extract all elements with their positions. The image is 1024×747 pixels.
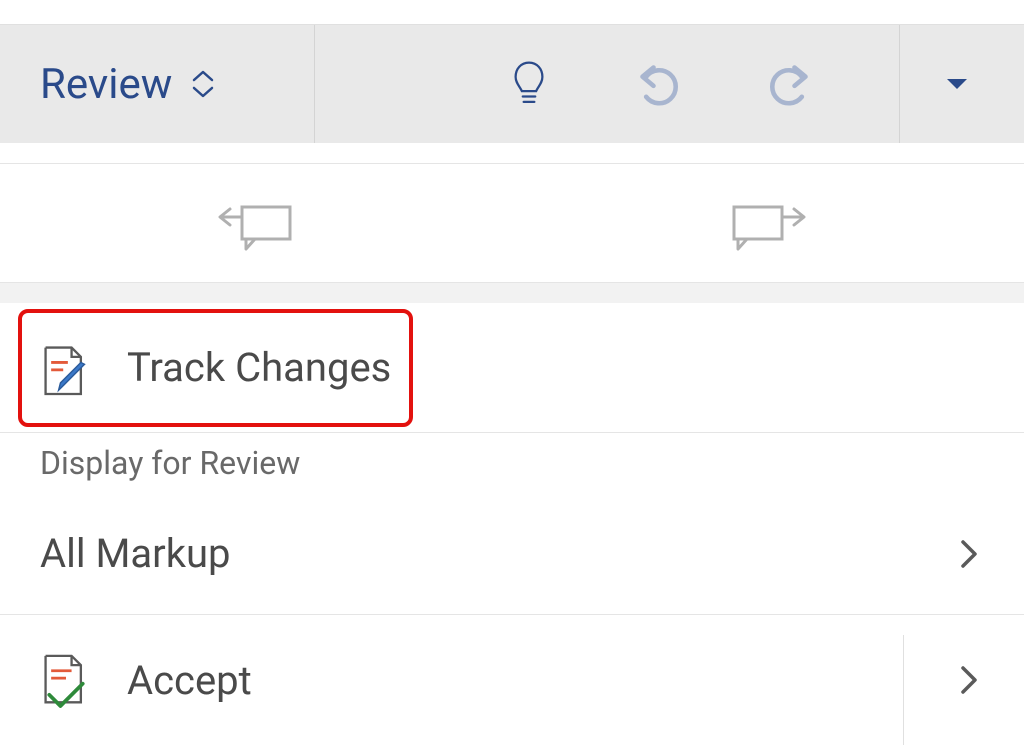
ribbon-toolbar: Review	[0, 25, 1024, 143]
previous-comment-icon	[216, 193, 296, 253]
tab-selector[interactable]: Review	[0, 25, 315, 143]
all-markup-label: All Markup	[40, 530, 231, 577]
tab-switcher-icon	[192, 70, 214, 98]
comment-navigation	[0, 163, 1024, 283]
display-for-review-text: Display for Review	[40, 444, 300, 482]
overflow-dropdown[interactable]	[899, 25, 1014, 143]
next-comment-button[interactable]	[512, 164, 1024, 282]
tab-label: Review	[40, 60, 172, 109]
track-changes-button[interactable]: Track Changes	[0, 303, 1024, 433]
accept-button[interactable]: Accept	[0, 615, 1024, 745]
top-strip	[0, 0, 1024, 25]
all-markup-button[interactable]: All Markup	[0, 493, 1024, 615]
track-changes-icon	[40, 338, 92, 398]
display-for-review-label: Display for Review	[0, 433, 1024, 493]
gap	[0, 143, 1024, 163]
dropdown-caret-icon	[945, 77, 969, 91]
chevron-right-icon	[954, 539, 984, 569]
redo-button[interactable]	[759, 54, 819, 114]
divider	[903, 635, 904, 745]
undo-button[interactable]	[629, 54, 689, 114]
redo-icon	[763, 62, 815, 106]
chevron-right-icon	[954, 665, 984, 695]
track-changes-label: Track Changes	[127, 344, 391, 391]
section-gap	[0, 283, 1024, 303]
lightbulb-icon	[511, 59, 547, 109]
toolbar-actions	[315, 25, 1024, 143]
accept-label: Accept	[127, 657, 919, 704]
undo-icon	[633, 62, 685, 106]
lightbulb-button[interactable]	[499, 54, 559, 114]
accept-icon	[40, 650, 92, 710]
previous-comment-button[interactable]	[0, 164, 512, 282]
next-comment-icon	[728, 193, 808, 253]
